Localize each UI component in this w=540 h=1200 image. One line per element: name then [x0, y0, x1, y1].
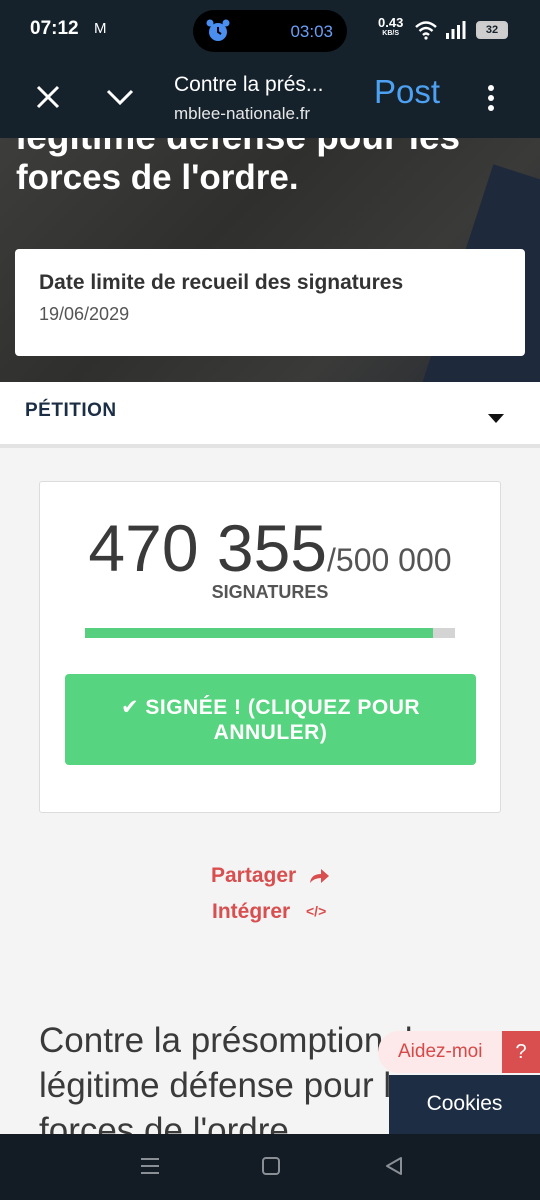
signed-button-line1: ✔ SIGNÉE ! (CLIQUEZ POUR — [120, 696, 421, 719]
embed-link[interactable]: Intégrer — [212, 900, 290, 924]
deadline-card: Date limite de recueil des signatures 19… — [15, 249, 525, 356]
help-button[interactable]: Aidez-moi — [378, 1031, 502, 1073]
status-time: 07:12 — [30, 18, 79, 39]
status-bar: 07:12 M 03:03 0.43 KB/S 32 — [0, 0, 540, 60]
back-icon[interactable] — [384, 1156, 404, 1181]
home-icon[interactable] — [262, 1157, 280, 1175]
recent-apps-icon[interactable] — [140, 1156, 160, 1181]
signature-goal: /500 000 — [327, 542, 452, 578]
hero-banner: légitime défense pour les forces de l'or… — [0, 138, 540, 382]
alarm-clock-icon — [205, 18, 231, 49]
signal-icon — [445, 20, 467, 45]
signature-counter: 470 355/500 000 — [40, 510, 500, 586]
hero-title: forces de l'ordre. — [16, 158, 299, 197]
petition-dropdown-label: PÉTITION — [25, 400, 117, 421]
signatures-card: 470 355/500 000 SIGNATURES ✔ SIGNÉE ! (C… — [39, 481, 501, 813]
post-button[interactable]: Post — [374, 73, 440, 111]
screen: 07:12 M 03:03 0.43 KB/S 32 Contre la pré… — [0, 0, 540, 1200]
code-icon[interactable]: </> — [306, 903, 326, 919]
system-navigation-bar — [0, 1134, 540, 1200]
timer-readout: 03:03 — [290, 22, 333, 41]
wifi-icon — [414, 20, 438, 45]
hero-title-partial: légitime défense pour les — [16, 138, 460, 158]
signature-count: 470 355 — [88, 511, 327, 585]
signatures-label: SIGNATURES — [211, 582, 329, 602]
signed-button-line2: ANNULER) — [213, 721, 328, 744]
dynamic-island[interactable]: 03:03 — [193, 10, 347, 52]
share-link[interactable]: Partager — [211, 864, 296, 888]
petition-dropdown[interactable]: PÉTITION — [0, 382, 540, 448]
signed-cancel-button[interactable]: ✔ SIGNÉE ! (CLIQUEZ POUR ANNULER) — [65, 674, 476, 765]
share-arrow-icon[interactable] — [308, 867, 330, 890]
signature-progress-bar — [85, 628, 455, 638]
page-title[interactable]: Contre la prés... — [174, 73, 354, 97]
battery-icon: 32 — [476, 21, 508, 39]
cookies-button[interactable]: Cookies — [389, 1075, 540, 1135]
network-speed: 0.43 KB/S — [378, 16, 403, 39]
mail-app-icon: M — [94, 20, 107, 37]
deadline-value: 19/06/2029 — [39, 304, 130, 324]
close-icon[interactable] — [35, 84, 61, 115]
deadline-label: Date limite de recueil des signatures — [39, 271, 404, 294]
chevron-down-icon[interactable] — [106, 87, 134, 112]
caret-down-icon — [488, 414, 504, 423]
signature-progress-fill — [85, 628, 433, 638]
browser-toolbar: Contre la prés... mblee-nationale.fr Pos… — [0, 60, 540, 138]
help-question-icon[interactable]: ? — [502, 1031, 540, 1073]
page-url[interactable]: mblee-nationale.fr — [174, 104, 354, 124]
more-options-icon[interactable] — [486, 84, 496, 117]
